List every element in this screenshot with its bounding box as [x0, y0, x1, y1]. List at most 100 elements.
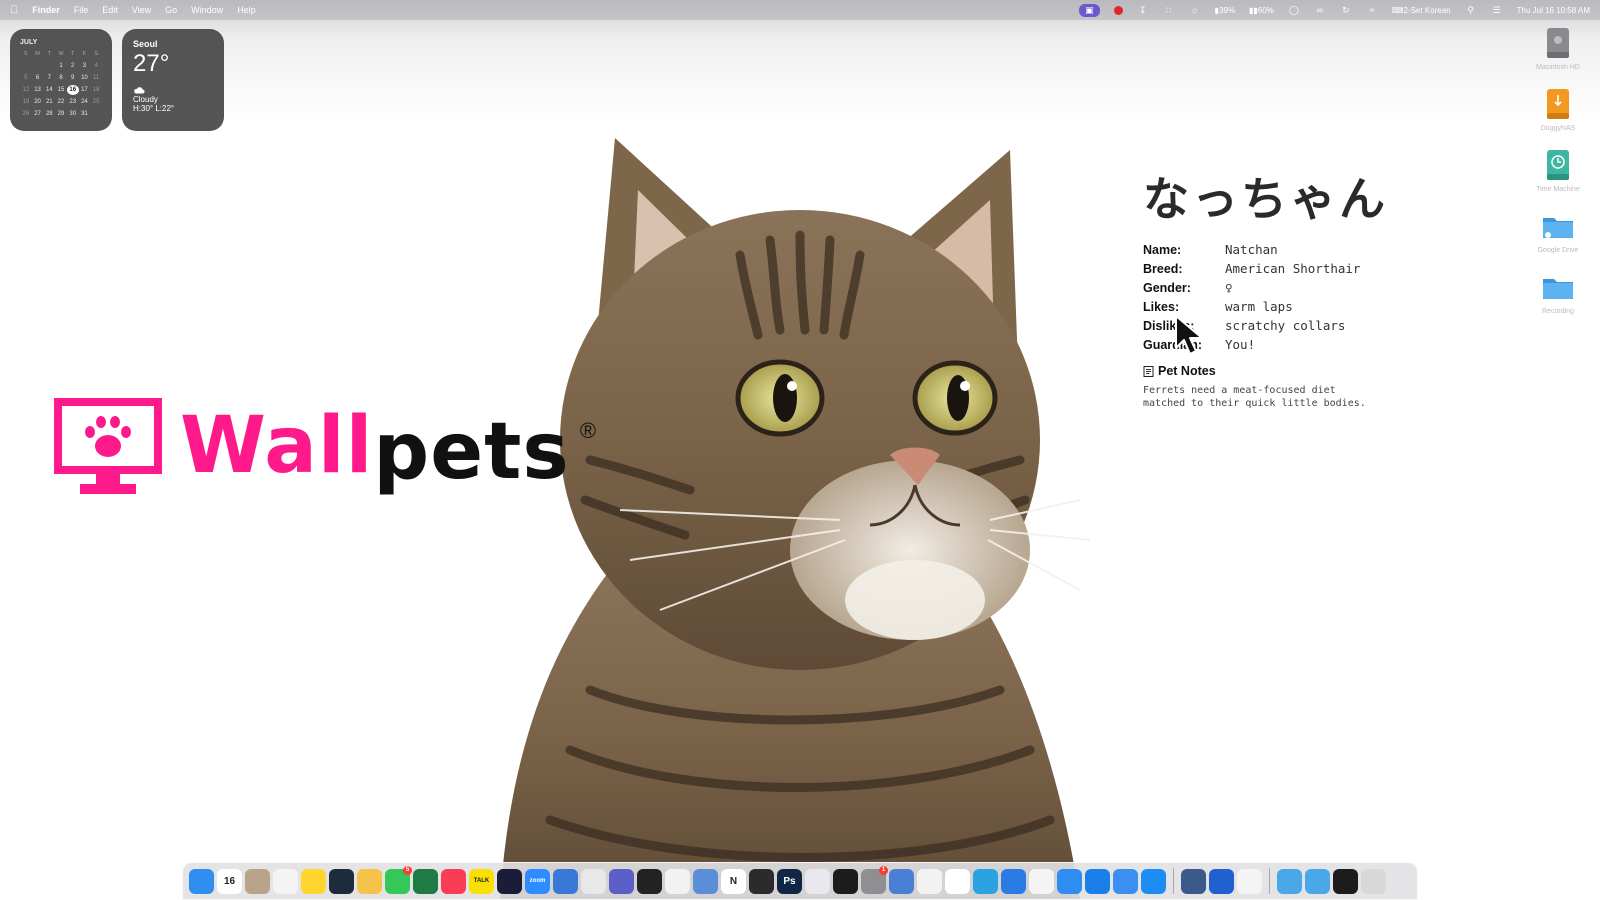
dock-separator: [1173, 868, 1174, 894]
dock-finder-icon[interactable]: [189, 868, 214, 894]
dock-folder-icon[interactable]: [1277, 868, 1302, 894]
info-row-name: Name: Natchan: [1143, 240, 1443, 259]
cloud-icon: [134, 87, 145, 94]
info-key: Breed:: [1143, 261, 1183, 276]
desktop-icon-recording[interactable]: Recording: [1528, 270, 1588, 315]
dock-calendar-icon[interactable]: 16: [217, 868, 242, 894]
vpn-icon[interactable]: ◯: [1288, 4, 1300, 16]
screen-share-icon[interactable]: ▣: [1079, 3, 1100, 17]
menu-app-name[interactable]: Finder: [32, 5, 60, 15]
info-value: ♀: [1225, 280, 1233, 295]
recording-indicator-icon[interactable]: [1113, 5, 1123, 15]
menu-view[interactable]: View: [132, 5, 151, 15]
dock-notes-icon[interactable]: [301, 868, 326, 894]
dock-capcut-icon[interactable]: [945, 868, 970, 894]
dock-codex-icon[interactable]: [637, 868, 662, 894]
dock-testflight-icon[interactable]: [1113, 868, 1138, 894]
dock-xcode-icon[interactable]: [1001, 868, 1026, 894]
dock-slack-icon[interactable]: [1029, 868, 1054, 894]
dock-kakaotalk-icon[interactable]: TALK: [469, 868, 494, 894]
desktop-icon-label: Macintosh HD: [1536, 64, 1580, 71]
battery-percent-1: 39%: [1219, 5, 1236, 15]
dock-photoshop-icon[interactable]: Ps: [777, 868, 802, 894]
time-machine-icon[interactable]: ↻: [1340, 4, 1352, 16]
input-source-menu[interactable]: ⌨ 2-Set Korean: [1392, 4, 1451, 16]
info-value: Natchan: [1225, 242, 1278, 257]
dock-folder-yellow-icon[interactable]: [357, 868, 382, 894]
dock-folder-icon[interactable]: [1305, 868, 1330, 894]
dock-trash-icon[interactable]: [1361, 868, 1386, 894]
battery-status-2[interactable]: ▮▮ 60%: [1249, 4, 1274, 16]
pet-notes-body: Ferrets need a meat-focused diet matched…: [1143, 385, 1366, 409]
dock-freeform-icon[interactable]: [1085, 868, 1110, 894]
dock-excel-icon[interactable]: [413, 868, 438, 894]
hard-drive-icon: [1547, 28, 1569, 58]
dock-telegram-icon[interactable]: [973, 868, 998, 894]
desktop-icon-doggynas[interactable]: DoggyNAS: [1528, 87, 1588, 132]
dock-gear-icon[interactable]: 1: [861, 865, 888, 894]
cast-icon[interactable]: ☼: [1189, 4, 1201, 16]
dots-grid-icon[interactable]: ∷: [1163, 4, 1175, 16]
dock-messages-icon[interactable]: 5: [385, 865, 412, 894]
menu-window[interactable]: Window: [191, 5, 223, 15]
dock-windows-icon[interactable]: [1209, 868, 1234, 894]
desktop-icon-google-drive[interactable]: Google Drive: [1528, 209, 1588, 254]
desktop-icon-label: Google Drive: [1537, 247, 1579, 254]
desktop-icon-label: Recording: [1542, 308, 1574, 315]
pet-notes-heading: Pet Notes: [1143, 364, 1443, 378]
calendar-day: 23: [69, 99, 77, 105]
dock-safari-icon[interactable]: [1057, 868, 1082, 894]
folder-icon: [1543, 279, 1573, 299]
dock-notion-icon[interactable]: N: [721, 868, 746, 894]
dock-preview-icon[interactable]: [693, 868, 718, 894]
dock-contacts-icon[interactable]: [245, 868, 270, 894]
dock-window-icon[interactable]: [1333, 868, 1358, 894]
dock-keynote-icon[interactable]: [553, 868, 578, 894]
control-center-icon[interactable]: ☰: [1491, 4, 1503, 16]
dock-affinity-icon[interactable]: [805, 868, 830, 894]
wifi-icon[interactable]: ≈: [1366, 4, 1378, 16]
menu-go[interactable]: Go: [165, 5, 177, 15]
dock: 16 5 TALK zoom N Ps 1: [182, 862, 1418, 900]
menu-bar-left:  Finder File Edit View Go Window Help: [10, 4, 256, 16]
dock-chrome-icon[interactable]: [581, 868, 606, 894]
link-icon[interactable]: ∞: [1314, 4, 1326, 16]
menu-file[interactable]: File: [74, 5, 89, 15]
calendar-day: 17: [81, 87, 88, 93]
dock-photos-icon[interactable]: [1237, 868, 1262, 894]
dock-music-icon[interactable]: [441, 868, 466, 894]
dock-simulator-icon[interactable]: [889, 868, 914, 894]
spotlight-search-icon[interactable]: ⚲: [1465, 4, 1477, 16]
dock-activity-monitor-icon[interactable]: [329, 868, 354, 894]
battery-status-1[interactable]: ▮ 39%: [1215, 4, 1235, 16]
weather-high-low: H:30° L:22°: [133, 104, 175, 113]
input-source-label: 2-Set Korean: [1403, 5, 1451, 15]
dock-mirror-icon[interactable]: [1181, 868, 1206, 894]
calendar-day: 15: [57, 87, 65, 93]
dock-launchpad-icon[interactable]: [749, 868, 774, 894]
calendar-widget[interactable]: JULY S M T W T F S 1 2 3 4 5 6 7 8 9 10 11 12 13 14 15 16 17 18 1…: [10, 29, 112, 131]
desktop-icon-macintosh-hd[interactable]: Macintosh HD: [1528, 26, 1588, 71]
calendar-day: 11: [93, 75, 100, 81]
dock-reminders-icon[interactable]: [273, 868, 298, 894]
dock-zoom-icon[interactable]: zoom: [525, 868, 550, 894]
menu-edit[interactable]: Edit: [102, 5, 118, 15]
dock-teams-icon[interactable]: [609, 868, 634, 894]
desktop-icon-time-machine[interactable]: Time Machine: [1528, 148, 1588, 193]
calendar-day: 5: [24, 75, 28, 81]
apple-logo-icon[interactable]: : [10, 4, 18, 16]
calendar-day: 8: [59, 75, 63, 81]
dock-badge: 1: [879, 865, 888, 875]
dock-terminal-icon[interactable]: [497, 868, 522, 894]
dock-google-drive-icon[interactable]: [917, 868, 942, 894]
menu-clock[interactable]: Thu Jul 16 10:58 AM: [1517, 6, 1590, 15]
calendar-day: 26: [22, 111, 30, 117]
dock-chatgpt-icon[interactable]: [833, 868, 858, 894]
desktop-icon-label: DoggyNAS: [1540, 125, 1576, 132]
info-key: Likes:: [1143, 299, 1180, 314]
weather-widget[interactable]: Seoul 27° Cloudy H:30° L:22°: [122, 29, 224, 131]
dock-app-store-icon[interactable]: [1141, 868, 1166, 894]
dock-sparkle-icon[interactable]: [665, 868, 690, 894]
download-status-icon[interactable]: ↧: [1137, 4, 1149, 16]
menu-help[interactable]: Help: [237, 5, 256, 15]
